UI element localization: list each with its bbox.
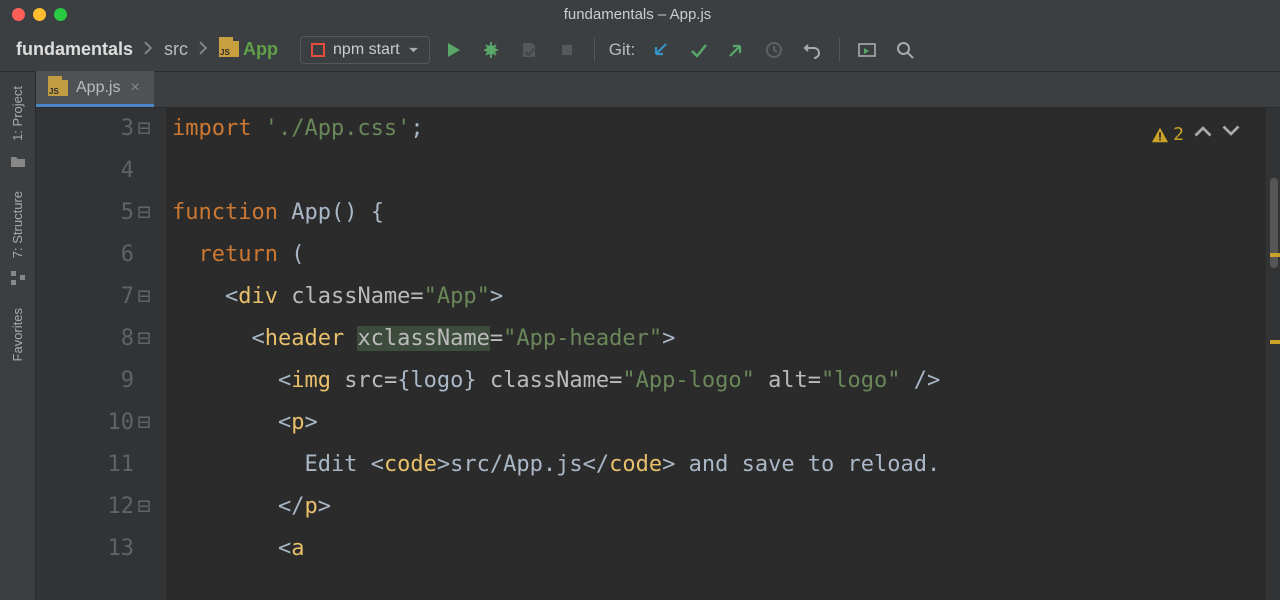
chevron-down-icon[interactable] xyxy=(1222,114,1240,156)
run-config-label: npm start xyxy=(333,41,400,59)
favorites-toolwindow-tab[interactable]: Favorites xyxy=(8,300,27,369)
breadcrumb-root[interactable]: fundamentals xyxy=(12,37,137,62)
breadcrumb-src[interactable]: src xyxy=(160,37,192,62)
zoom-window-icon[interactable] xyxy=(54,8,67,21)
breadcrumb-file[interactable]: App xyxy=(215,37,282,62)
project-toolwindow-tab[interactable]: 1: Project xyxy=(8,78,27,149)
run-config-selector[interactable]: npm start xyxy=(300,36,430,64)
window-title: fundamentals – App.js xyxy=(67,6,1208,23)
stop-button[interactable] xyxy=(552,35,582,65)
vcs-push-button[interactable] xyxy=(721,35,751,65)
editor-tabs: App.js × xyxy=(36,72,1280,108)
undo-button[interactable] xyxy=(797,35,827,65)
close-icon[interactable]: × xyxy=(128,79,141,97)
chevron-down-icon xyxy=(408,41,419,59)
left-toolwindow-bar: 1: Project 7: Structure Favorites xyxy=(0,72,36,600)
chevron-up-icon[interactable] xyxy=(1194,114,1212,156)
structure-icon xyxy=(10,270,26,286)
toolbar-divider xyxy=(839,38,840,62)
window-controls xyxy=(12,8,67,21)
chevron-right-icon xyxy=(137,39,160,60)
js-file-icon xyxy=(48,80,68,96)
code-area[interactable]: 2 import './App.css'; function App() { r… xyxy=(166,108,1280,600)
line-numbers: 345678910111213 xyxy=(36,108,134,600)
vcs-history-button[interactable] xyxy=(759,35,789,65)
run-coverage-button[interactable] xyxy=(514,35,544,65)
toolbar-divider xyxy=(594,38,595,62)
tab-label: App.js xyxy=(76,79,120,97)
vcs-commit-button[interactable] xyxy=(683,35,713,65)
warning-icon: 2 xyxy=(1151,114,1184,156)
debug-button[interactable] xyxy=(476,35,506,65)
inspection-indicator[interactable]: 2 xyxy=(1151,114,1240,156)
search-button[interactable] xyxy=(890,35,920,65)
fold-gutter[interactable]: ⊟⊟⊟⊟⊟⊟ xyxy=(134,108,154,600)
breadcrumb: fundamentals src App xyxy=(12,37,282,62)
structure-toolwindow-tab[interactable]: 7: Structure xyxy=(8,183,27,266)
npm-icon xyxy=(311,43,325,57)
titlebar: fundamentals – App.js xyxy=(0,0,1280,28)
close-window-icon[interactable] xyxy=(12,8,25,21)
tab-app-js[interactable]: App.js × xyxy=(36,71,154,107)
git-label: Git: xyxy=(609,40,635,60)
run-button[interactable] xyxy=(438,35,468,65)
gutter: 345678910111213 ⊟⊟⊟⊟⊟⊟ xyxy=(36,108,166,600)
code-editor[interactable]: 345678910111213 ⊟⊟⊟⊟⊟⊟ 2 import './App.c… xyxy=(36,108,1280,600)
warning-marker[interactable] xyxy=(1270,253,1280,257)
chevron-right-icon xyxy=(192,39,215,60)
vcs-update-button[interactable] xyxy=(645,35,675,65)
select-run-target-button[interactable] xyxy=(852,35,882,65)
folder-icon xyxy=(10,153,26,169)
toolbar: fundamentals src App npm start Git: xyxy=(0,28,1280,72)
error-stripe[interactable] xyxy=(1266,108,1280,600)
warning-marker[interactable] xyxy=(1270,340,1280,344)
minimize-window-icon[interactable] xyxy=(33,8,46,21)
js-file-icon xyxy=(219,41,239,57)
